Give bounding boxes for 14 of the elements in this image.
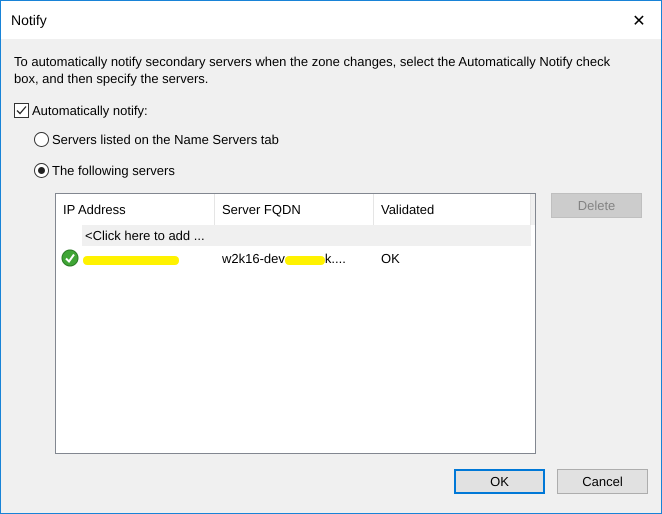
cancel-button[interactable]: Cancel xyxy=(557,469,648,494)
checkbox[interactable] xyxy=(14,102,29,118)
description-text: To automatically notify secondary servers when the zone changes, select the Automatically Notify check box, and then specify the servers. xyxy=(14,53,612,87)
checkbox-label: Automatically notify: xyxy=(32,102,148,118)
window-title: Notify xyxy=(11,12,47,28)
radio-label: Servers listed on the Name Servers tab xyxy=(52,132,279,146)
table-cell-text: OK xyxy=(380,250,401,266)
radio-button[interactable] xyxy=(34,162,49,178)
radio-label: The following servers xyxy=(52,162,175,178)
table-cell: w2k16-dev xyxy=(222,250,285,266)
add-row[interactable]: <Click here to add ... xyxy=(82,225,531,246)
radio-button[interactable] xyxy=(34,132,49,146)
table-cell: k.... xyxy=(324,250,346,266)
ok-button[interactable]: OK xyxy=(454,469,545,494)
